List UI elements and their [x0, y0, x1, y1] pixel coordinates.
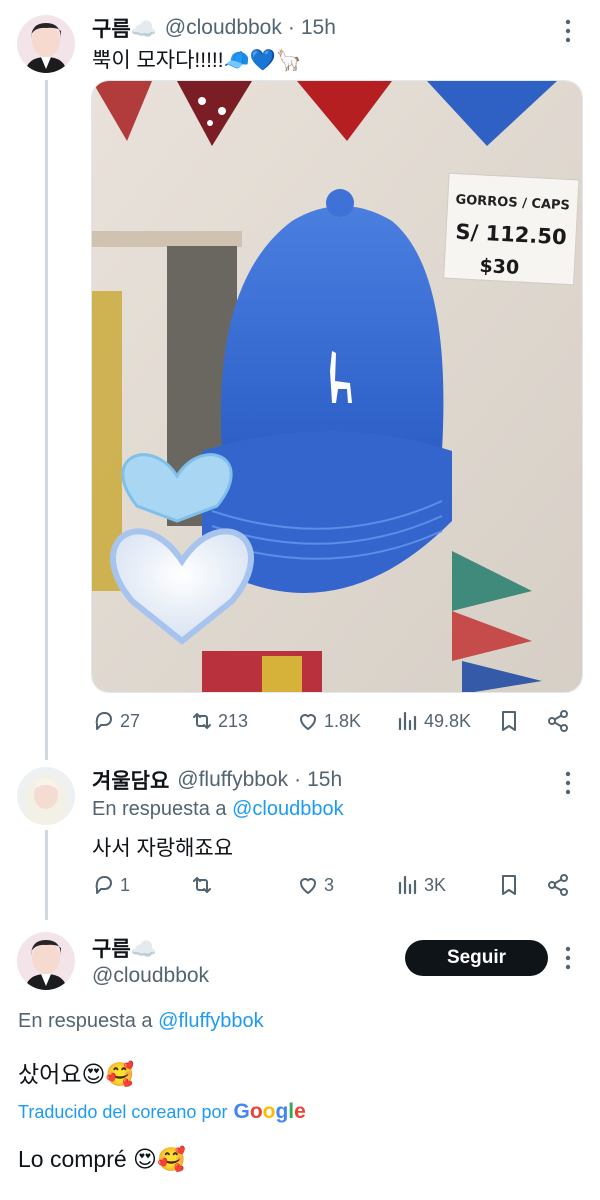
tweet2-text: 사서 자랑해죠요: [92, 837, 234, 860]
tweet3-display-name[interactable]: 구름☁️: [92, 933, 157, 963]
share-button[interactable]: [546, 873, 574, 897]
tweet3-text: 샀어요😍🥰: [18, 1061, 135, 1087]
tweet1-text: 뿍이 모자다!!!!!🧢💙🦙: [92, 49, 303, 72]
separator-dot: ·: [294, 768, 302, 791]
reply-icon: [95, 876, 112, 894]
tweet2-time[interactable]: 15h: [307, 768, 342, 792]
tweet2-reply-context: En respuesta a @cloudbbok: [92, 798, 344, 821]
share-icon: [548, 874, 568, 896]
bookmark-icon: [502, 711, 516, 731]
tweet3-translated-text: Lo compré 😍🥰: [18, 1146, 186, 1172]
tweet3-display-row: 구름☁️: [92, 933, 157, 963]
retweet-button[interactable]: [190, 873, 218, 897]
retweet-icon: [193, 713, 211, 729]
reply-button[interactable]: 1: [92, 873, 130, 897]
reply-icon: [95, 712, 112, 730]
retweet-icon: [193, 877, 211, 893]
reply-mention-link[interactable]: @fluffybbok: [158, 1010, 264, 1032]
tweet3-handle[interactable]: @cloudbbok: [92, 964, 209, 988]
more-icon[interactable]: [563, 18, 573, 44]
reply-prefix: En respuesta a: [18, 1010, 153, 1032]
tweet2-display-name[interactable]: 겨울담요: [92, 765, 169, 795]
reply-count: 27: [120, 710, 141, 731]
follow-button[interactable]: Seguir: [405, 940, 548, 976]
thread-connector-2: [45, 830, 48, 920]
reply-prefix: En respuesta a: [92, 798, 227, 820]
sign-price-dollars: $30: [479, 255, 520, 279]
google-logo: Google: [233, 1100, 306, 1123]
thread-connector-1: [45, 80, 48, 760]
reply-button[interactable]: 27: [92, 709, 140, 733]
tweet1-header: 구름☁️ @cloudbbok · 15h: [92, 13, 336, 43]
tweet3-handle-row: @cloudbbok: [84, 964, 209, 988]
avatar-fluffybbok[interactable]: [17, 767, 75, 825]
retweet-button[interactable]: 213: [190, 709, 248, 733]
views-count: 49.8K: [424, 710, 472, 731]
avatar-cloudbbok[interactable]: [17, 15, 75, 73]
reply-count: 1: [120, 874, 131, 895]
more-icon[interactable]: [563, 945, 573, 971]
tweet3-reply-context: En respuesta a @fluffybbok: [18, 1010, 264, 1033]
share-button[interactable]: [546, 709, 574, 733]
bookmark-icon: [502, 875, 516, 895]
views-count: 3K: [424, 874, 447, 895]
views-icon: [398, 711, 417, 731]
share-icon: [548, 710, 568, 732]
tweet1-time[interactable]: 15h: [301, 16, 336, 40]
translation-attribution[interactable]: Traducido del coreano por Google: [18, 1100, 306, 1124]
translation-label: Traducido del coreano por: [18, 1101, 228, 1122]
tweet1-display-name[interactable]: 구름☁️: [92, 13, 157, 43]
like-icon: [300, 714, 316, 730]
reply-mention-link[interactable]: @cloudbbok: [232, 798, 343, 820]
views-button[interactable]: 49.8K: [396, 709, 471, 733]
tweet2-header: 겨울담요 @fluffybbok · 15h: [92, 765, 342, 795]
tweet2-handle[interactable]: @fluffybbok: [177, 768, 288, 792]
views-button[interactable]: 3K: [396, 873, 446, 897]
like-count: 1.8K: [324, 710, 362, 731]
bookmark-button[interactable]: [497, 709, 525, 733]
avatar-cloudbbok[interactable]: [17, 932, 75, 990]
like-button[interactable]: 3: [296, 873, 334, 897]
bookmark-button[interactable]: [497, 873, 525, 897]
tweet1-photo[interactable]: GORROS / CAPS S/ 112.50 $30: [91, 80, 583, 693]
views-icon: [398, 875, 417, 895]
like-count: 3: [324, 874, 335, 895]
like-icon: [300, 878, 316, 894]
like-button[interactable]: 1.8K: [296, 709, 361, 733]
tweet1-handle[interactable]: @cloudbbok: [165, 16, 282, 40]
more-icon[interactable]: [563, 770, 573, 796]
retweet-count: 213: [218, 710, 249, 731]
separator-dot: ·: [287, 16, 295, 39]
